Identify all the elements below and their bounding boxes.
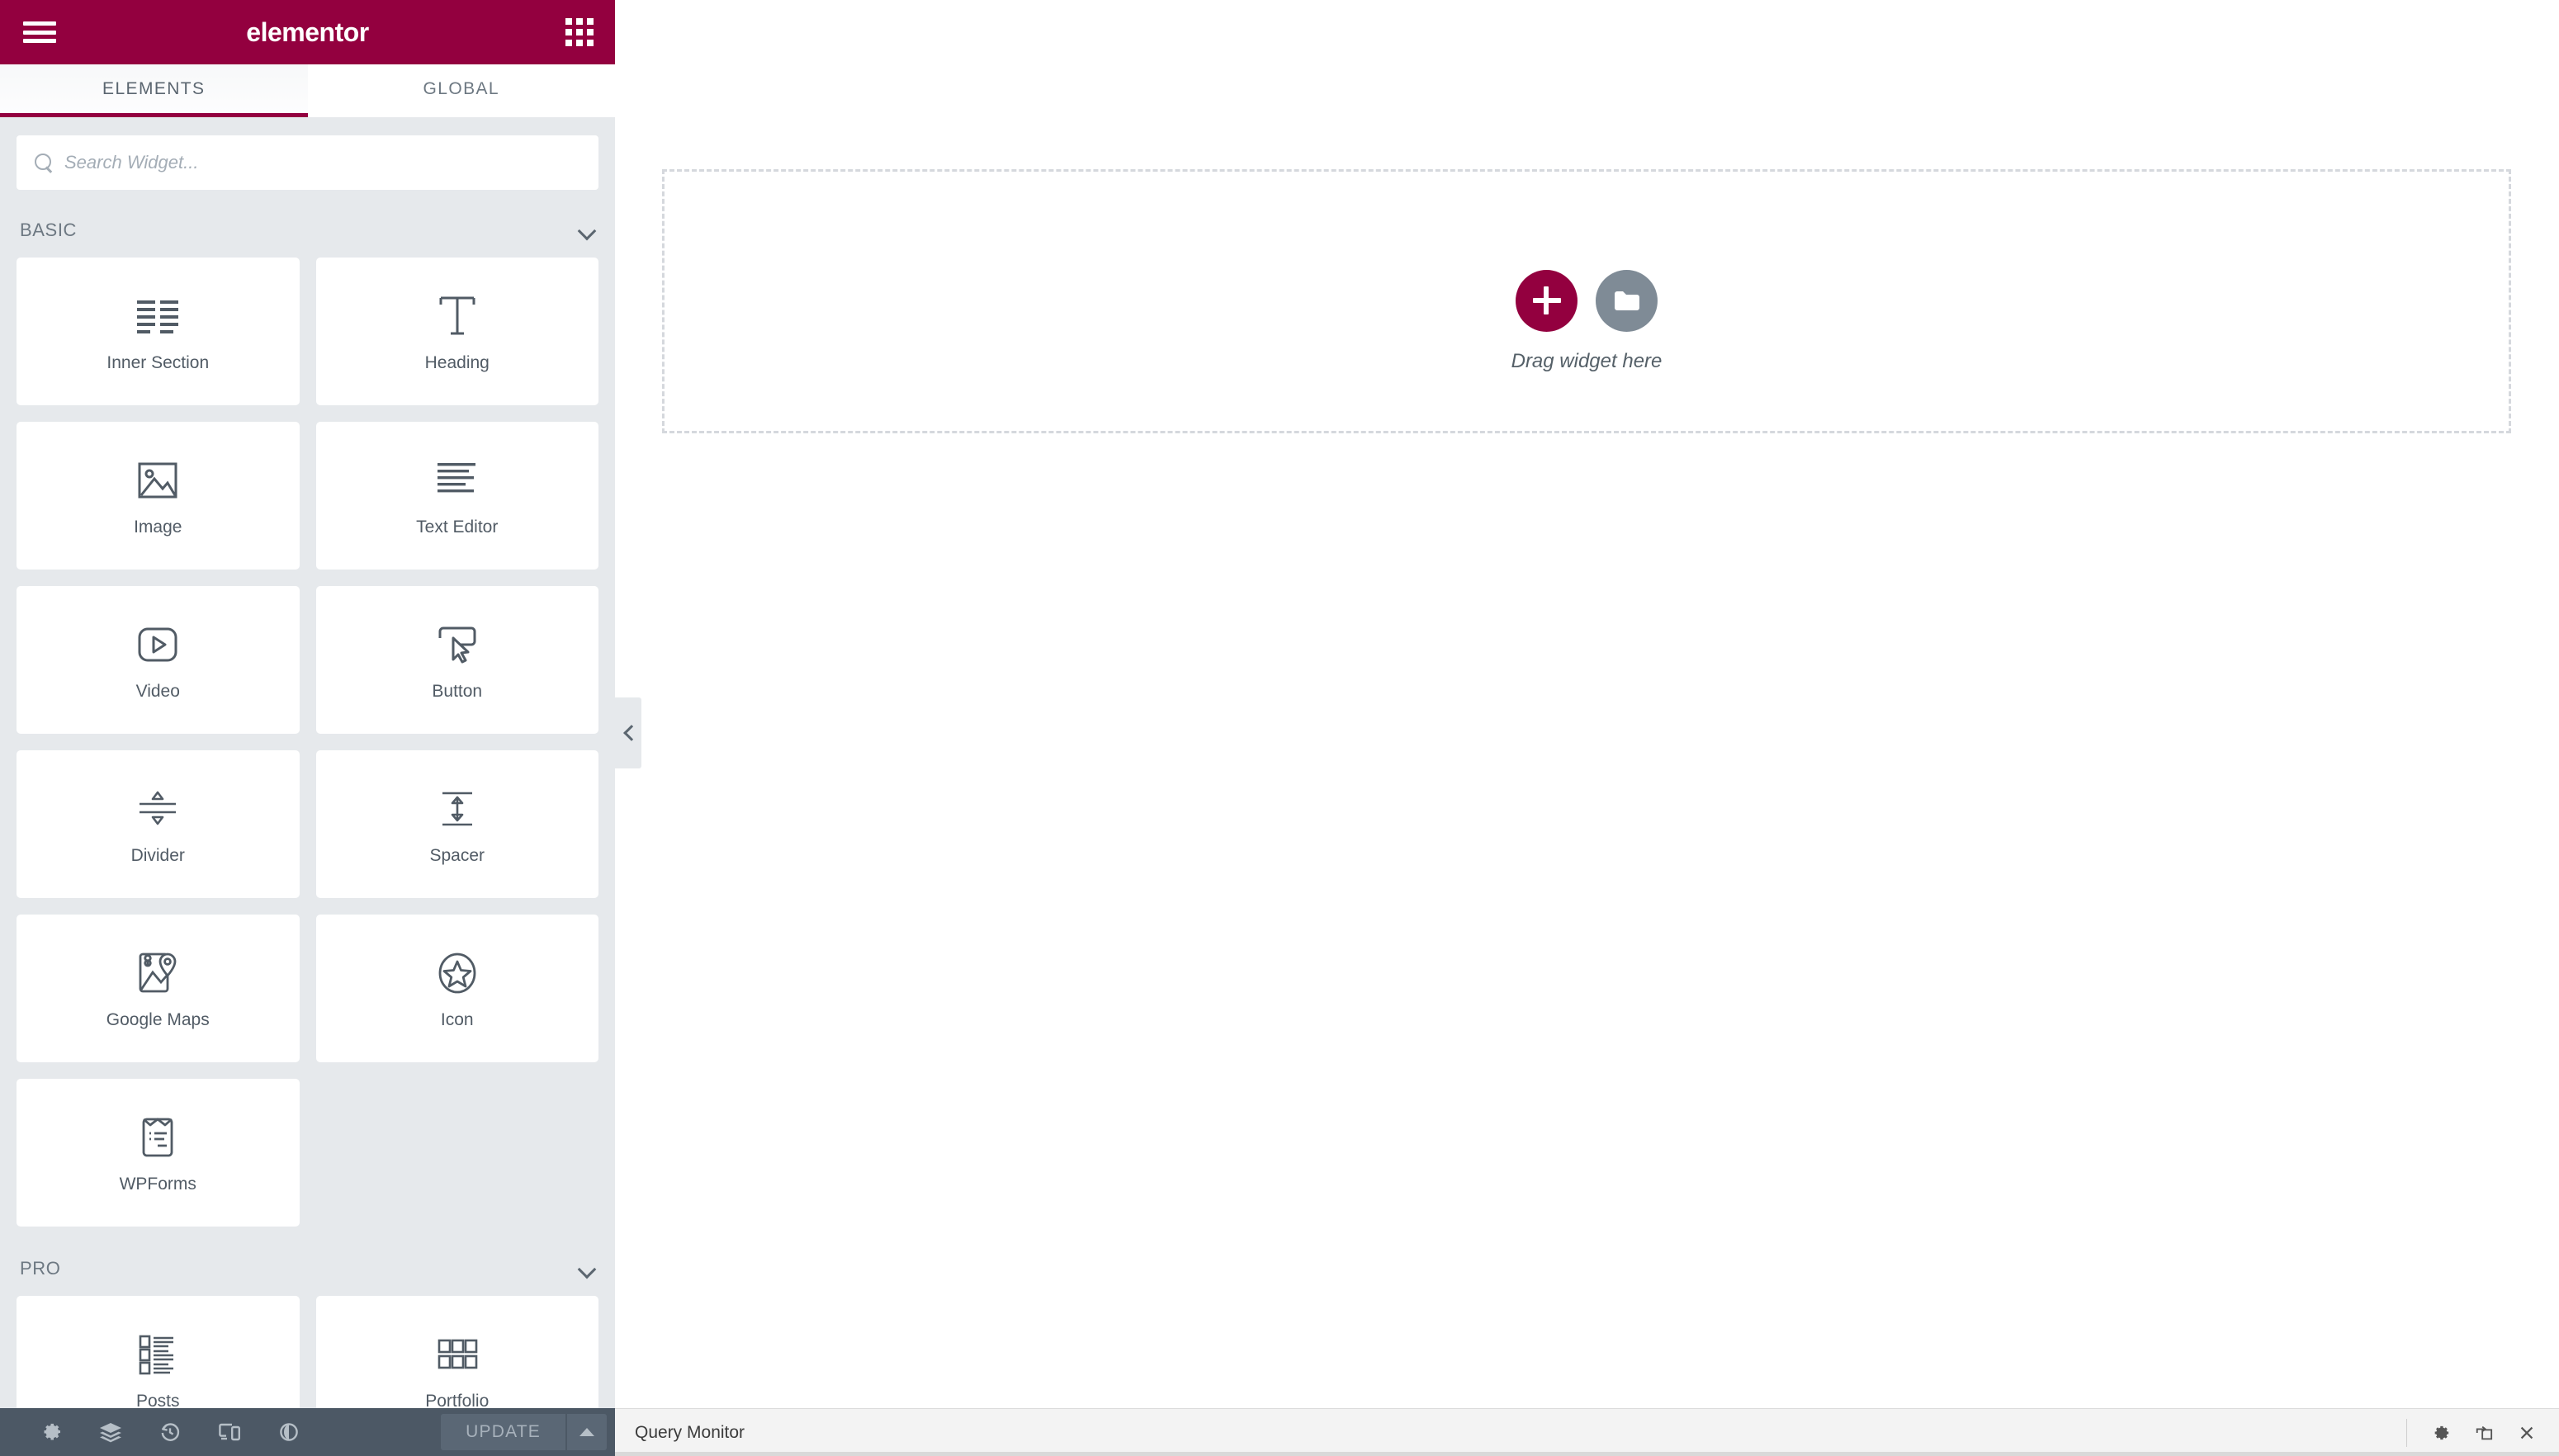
drop-zone-label: Drag widget here: [1511, 349, 1663, 372]
update-group: UPDATE: [441, 1414, 607, 1450]
close-icon[interactable]: [2518, 1424, 2536, 1442]
widget-text-editor[interactable]: Text Editor: [315, 422, 598, 570]
widget-list: BASIC Inner Section Heading Image Text E…: [0, 206, 615, 1456]
inner-section-icon: [135, 291, 180, 342]
tab-global[interactable]: GLOBAL: [307, 64, 615, 117]
preview-eye-icon[interactable]: [259, 1408, 319, 1456]
drop-zone-buttons: [1516, 269, 1658, 332]
add-section-button[interactable]: [1516, 269, 1577, 332]
popout-window-icon[interactable]: [2475, 1424, 2493, 1442]
widget-divider[interactable]: Divider: [17, 750, 300, 898]
widget-video[interactable]: Video: [17, 586, 300, 734]
drop-zone[interactable]: Drag widget here: [662, 169, 2511, 433]
widget-heading[interactable]: Heading: [315, 258, 598, 405]
widget-label: Video: [135, 681, 180, 701]
section-title-pro: PRO: [20, 1258, 61, 1279]
star-icon: [437, 948, 478, 999]
collapse-panel-button[interactable]: [615, 697, 641, 768]
plus-icon: [1532, 286, 1561, 314]
grid-icon[interactable]: [565, 18, 594, 46]
widget-label: Spacer: [429, 845, 485, 865]
portfolio-icon: [437, 1329, 478, 1380]
posts-icon: [137, 1329, 178, 1380]
search-icon: [35, 154, 53, 172]
query-monitor-title: Query Monitor: [635, 1422, 745, 1442]
query-monitor-actions: [2406, 1418, 2536, 1447]
folder-icon: [1614, 291, 1639, 310]
widget-label: Icon: [440, 1009, 474, 1029]
editor-canvas: Drag widget here: [615, 0, 2559, 1456]
navigator-layers-icon[interactable]: [81, 1408, 140, 1456]
text-editor-icon: [436, 455, 479, 506]
widget-label: WPForms: [119, 1174, 196, 1194]
hamburger-icon[interactable]: [21, 18, 58, 46]
widget-label: Image: [134, 517, 182, 537]
search-box[interactable]: [17, 135, 598, 190]
elementor-editor: elementor ELEMENTS GLOBAL BASIC: [0, 0, 2559, 1456]
search-input[interactable]: [64, 152, 580, 173]
elementor-logo: elementor: [246, 17, 369, 47]
divider-icon: [136, 783, 179, 834]
section-header-pro[interactable]: PRO: [17, 1227, 598, 1296]
tab-elements[interactable]: ELEMENTS: [0, 64, 308, 117]
wpforms-icon: [140, 1112, 176, 1163]
responsive-mode-icon[interactable]: [200, 1408, 259, 1456]
widget-label: Divider: [130, 845, 185, 865]
elementor-panel: elementor ELEMENTS GLOBAL BASIC: [0, 0, 615, 1456]
widget-icon[interactable]: Icon: [315, 915, 598, 1062]
widget-grid-basic: Inner Section Heading Image Text Editor …: [17, 258, 598, 1227]
widget-label: Inner Section: [106, 352, 210, 372]
widget-image[interactable]: Image: [17, 422, 300, 570]
add-template-button[interactable]: [1596, 269, 1658, 332]
google-maps-icon: [136, 948, 179, 999]
query-monitor-bar: Query Monitor: [615, 1408, 2559, 1456]
gear-icon[interactable]: [2432, 1424, 2450, 1442]
widget-label: Text Editor: [416, 517, 499, 537]
panel-header: elementor: [0, 0, 615, 64]
update-options-button[interactable]: [567, 1414, 607, 1450]
widget-wpforms[interactable]: WPForms: [17, 1079, 300, 1227]
button-icon: [435, 619, 480, 670]
heading-icon: [438, 291, 477, 342]
chevron-down-icon[interactable]: [579, 1260, 595, 1277]
update-button[interactable]: UPDATE: [441, 1414, 567, 1450]
section-title-basic: BASIC: [20, 220, 78, 240]
chevron-down-icon[interactable]: [579, 222, 595, 239]
video-icon: [136, 619, 179, 670]
widget-label: Google Maps: [106, 1009, 210, 1029]
caret-up-icon: [579, 1428, 594, 1436]
history-revisions-icon[interactable]: [140, 1408, 200, 1456]
spacer-icon: [436, 783, 479, 834]
image-icon: [136, 455, 179, 506]
editor-bottom-bar: UPDATE: [0, 1408, 615, 1456]
widget-spacer[interactable]: Spacer: [315, 750, 598, 898]
widget-button[interactable]: Button: [315, 586, 598, 734]
widget-label: Heading: [424, 352, 490, 372]
chevron-left-icon: [622, 726, 635, 740]
section-header-basic[interactable]: BASIC: [17, 206, 598, 258]
search-section: [0, 117, 615, 206]
query-monitor-underline: [615, 1452, 2559, 1456]
widget-google-maps[interactable]: Google Maps: [17, 915, 300, 1062]
widget-label: Button: [432, 681, 483, 701]
widget-inner-section[interactable]: Inner Section: [17, 258, 300, 405]
settings-gear-icon[interactable]: [21, 1408, 81, 1456]
panel-tabs: ELEMENTS GLOBAL: [0, 64, 615, 117]
